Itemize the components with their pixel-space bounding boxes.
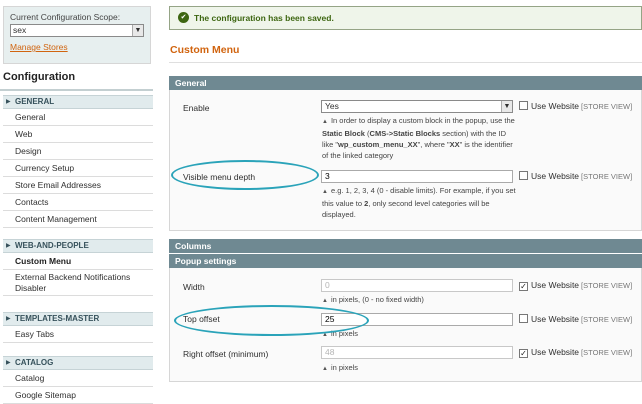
width-label: Width xyxy=(183,282,205,292)
use-website-checkbox[interactable] xyxy=(519,101,528,110)
width-input[interactable]: 0 xyxy=(321,279,513,292)
nav-group-catalog: ▶ CATALOG Catalog Google Sitemap xyxy=(3,356,153,404)
enable-note: ▲ In order to display a custom block in t… xyxy=(322,116,515,160)
nav-group-header[interactable]: ▶ GENERAL xyxy=(3,95,153,109)
sidebar-item-catalog[interactable]: Catalog xyxy=(3,370,153,387)
expand-triangle-icon: ▶ xyxy=(6,99,11,105)
section-header-columns[interactable]: Columns xyxy=(169,239,642,253)
page-title: Custom Menu xyxy=(170,44,240,56)
manage-stores-link[interactable]: Manage Stores xyxy=(10,42,150,52)
use-website-top-offset: Use Website [STORE VIEW] xyxy=(519,314,632,324)
sidebar-item-design[interactable]: Design xyxy=(3,143,153,160)
sidebar-item-store-email-addresses[interactable]: Store Email Addresses xyxy=(3,177,153,194)
use-website-checkbox[interactable] xyxy=(519,171,528,180)
success-message-text: The configuration has been saved. xyxy=(194,13,334,23)
enable-select[interactable]: Yes ▼ xyxy=(321,100,513,113)
width-note: ▲ in pixels, (0 - no fixed width) xyxy=(322,295,424,304)
top-offset-note: ▲ in pixels xyxy=(322,329,359,338)
nav-group-header[interactable]: ▶ WEB-AND-PEOPLE xyxy=(3,239,153,253)
use-website-right-offset: ✓ Use Website [STORE VIEW] xyxy=(519,347,632,358)
use-website-label: Use Website xyxy=(531,101,580,111)
scope-select-value: sex xyxy=(13,25,27,35)
note-arrow-icon: ▲ xyxy=(322,366,328,372)
use-website-label: Use Website xyxy=(531,347,580,357)
use-website-label: Use Website xyxy=(531,171,580,181)
enable-label: Enable xyxy=(183,103,210,113)
right-offset-label: Right offset (minimum) xyxy=(183,349,269,359)
use-website-label: Use Website xyxy=(531,314,580,324)
nav-group-header[interactable]: ▶ TEMPLATES-MASTER xyxy=(3,312,153,326)
nav-group-web-and-people: ▶ WEB-AND-PEOPLE Custom Menu External Bac… xyxy=(3,239,153,296)
store-view-label: [STORE VIEW] xyxy=(581,315,633,324)
store-view-label: [STORE VIEW] xyxy=(581,172,633,181)
page-title-divider xyxy=(169,62,642,63)
success-message: ✔ The configuration has been saved. xyxy=(169,6,642,30)
scope-switcher: Current Configuration Scope: sex ▼ Manag… xyxy=(3,6,151,64)
nav-group-header[interactable]: ▶ CATALOG xyxy=(3,356,153,370)
sidebar-item-custom-menu[interactable]: Custom Menu xyxy=(3,253,153,270)
store-view-label: [STORE VIEW] xyxy=(581,102,633,111)
enable-select-value: Yes xyxy=(325,101,339,111)
note-arrow-icon: ▲ xyxy=(322,298,328,304)
use-website-checkbox[interactable] xyxy=(519,314,528,323)
section-header-general[interactable]: General xyxy=(169,76,642,90)
sidebar-item-content-management[interactable]: Content Management xyxy=(3,211,153,228)
nav-group-templates-master: ▶ TEMPLATES-MASTER Easy Tabs xyxy=(3,312,153,343)
highlight-oval-top-offset xyxy=(174,305,369,336)
configuration-divider xyxy=(0,89,153,91)
success-check-icon: ✔ xyxy=(178,12,189,23)
sidebar-item-google-sitemap[interactable]: Google Sitemap xyxy=(3,387,153,404)
expand-triangle-icon: ▶ xyxy=(6,360,11,366)
note-arrow-icon: ▲ xyxy=(322,119,328,125)
sidebar-item-contacts[interactable]: Contacts xyxy=(3,194,153,211)
use-website-checkbox[interactable]: ✓ xyxy=(519,349,528,358)
configuration-title: Configuration xyxy=(3,71,76,83)
nav-group-general: ▶ GENERAL General Web Design Currency Set… xyxy=(3,95,153,228)
use-website-label: Use Website xyxy=(531,280,580,290)
use-website-checkbox[interactable]: ✓ xyxy=(519,282,528,291)
expand-triangle-icon: ▶ xyxy=(6,243,11,249)
store-view-label: [STORE VIEW] xyxy=(581,348,633,357)
sidebar-item-currency-setup[interactable]: Currency Setup xyxy=(3,160,153,177)
use-website-enable: Use Website [STORE VIEW] xyxy=(519,101,632,111)
sidebar-item-web[interactable]: Web xyxy=(3,126,153,143)
chevron-down-icon: ▼ xyxy=(132,25,143,36)
visible-menu-depth-note: ▲ e.g. 1, 2, 3, 4 (0 - disable limits). F… xyxy=(322,186,516,219)
sidebar-item-easy-tabs[interactable]: Easy Tabs xyxy=(3,326,153,343)
visible-menu-depth-input[interactable]: 3 xyxy=(321,170,513,183)
store-view-label: [STORE VIEW] xyxy=(581,281,633,290)
scope-select[interactable]: sex ▼ xyxy=(10,24,144,37)
note-arrow-icon: ▲ xyxy=(322,189,328,195)
chevron-down-icon: ▼ xyxy=(501,101,512,112)
right-offset-input[interactable]: 48 xyxy=(321,346,513,359)
sidebar-item-external-backend-notifications-disabler[interactable]: External Backend Notifications Disabler xyxy=(3,270,153,296)
scope-label: Current Configuration Scope: xyxy=(10,12,121,22)
sidebar: Current Configuration Scope: sex ▼ Manag… xyxy=(0,0,153,404)
section-header-popup-settings[interactable]: Popup settings xyxy=(169,254,642,268)
highlight-oval-depth xyxy=(171,160,319,190)
right-offset-note: ▲ in pixels xyxy=(322,363,359,372)
sidebar-item-general[interactable]: General xyxy=(3,109,153,126)
expand-triangle-icon: ▶ xyxy=(6,316,11,322)
use-website-width: ✓ Use Website [STORE VIEW] xyxy=(519,280,632,291)
use-website-depth: Use Website [STORE VIEW] xyxy=(519,171,632,181)
